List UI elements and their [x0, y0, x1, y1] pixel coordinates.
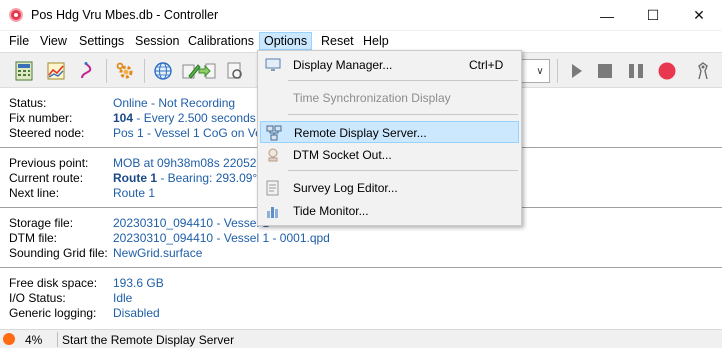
display-manager-label: Display Manager... — [293, 58, 393, 72]
route-bearing: - Bearing: 293.09° ( — [157, 171, 265, 185]
mascot-icon[interactable] — [690, 58, 716, 84]
fix-interval: - Every 2.500 seconds — [133, 111, 256, 125]
current-route-value: Route 1 - Bearing: 293.09° ( — [113, 171, 265, 185]
display-manager-shortcut: Ctrl+D — [469, 58, 504, 72]
status-label: Status: — [9, 96, 47, 110]
status-bar: 4% Start the Remote Display Server — [0, 329, 722, 348]
storage-label: Storage file: — [9, 216, 74, 230]
network-icon — [266, 125, 282, 141]
toolbar-separator — [106, 59, 107, 83]
pause-icon[interactable] — [623, 58, 649, 84]
status-percent: 4% — [25, 333, 43, 347]
toolbar-separator — [557, 59, 558, 83]
app-icon[interactable] — [9, 8, 23, 22]
menu-settings[interactable]: Settings — [75, 33, 128, 51]
menu-item-display-manager[interactable]: Display Manager... Ctrl+D — [260, 54, 519, 76]
dtm-socket-label: DTM Socket Out... — [293, 148, 392, 162]
menu-item-dtm-socket-out[interactable]: DTM Socket Out... — [260, 144, 519, 166]
log-icon — [265, 180, 281, 196]
next-line-label: Next line: — [9, 186, 60, 200]
menu-separator — [288, 80, 518, 81]
steered-label: Steered node: — [9, 126, 85, 140]
status-indicator-icon — [3, 333, 15, 345]
next-line-value: Route 1 — [113, 186, 156, 200]
window-title: Pos Hdg Vru Mbes.db - Controller — [31, 8, 219, 22]
menu-calibrations[interactable]: Calibrations — [184, 33, 258, 51]
fix-label: Fix number: — [9, 111, 73, 125]
status-divider — [57, 332, 58, 347]
current-route-label: Current route: — [9, 171, 84, 185]
dtm-value: 20230310_094410 - Vessel 1 - 0001.qpd — [113, 231, 330, 245]
document-icon[interactable] — [222, 58, 248, 84]
logging-label: Generic logging: — [9, 306, 97, 320]
menu-session[interactable]: Session — [131, 33, 183, 51]
close-button[interactable]: ✕ — [676, 0, 722, 31]
title-bar: Pos Hdg Vru Mbes.db - Controller — ☐ ✕ — [0, 0, 722, 31]
survey-log-label: Survey Log Editor... — [293, 181, 398, 195]
menu-options[interactable]: Options — [259, 32, 313, 50]
tide-monitor-label: Tide Monitor... — [293, 204, 369, 218]
menu-file[interactable]: File — [5, 33, 33, 51]
status-message: Start the Remote Display Server — [62, 333, 235, 347]
menu-reset[interactable]: Reset — [317, 33, 358, 51]
previous-point-value: MOB at 09h38m08s 220527 — [113, 156, 264, 170]
fix-value: 104 - Every 2.500 seconds — [113, 111, 256, 125]
menu-item-time-sync: Time Synchronization Display — [260, 87, 519, 109]
socket-icon — [265, 147, 281, 163]
route-icon[interactable] — [75, 58, 101, 84]
play-icon[interactable] — [563, 58, 589, 84]
steered-value: Pos 1 - Vessel 1 CoG on Ves — [113, 126, 268, 140]
calculator-icon[interactable] — [11, 58, 37, 84]
disk-value: 193.6 GB — [113, 276, 164, 290]
maximize-button[interactable]: ☐ — [630, 0, 676, 31]
import-icon[interactable] — [194, 58, 220, 84]
status-value: Online - Not Recording — [113, 96, 236, 110]
dtm-label: DTM file: — [9, 231, 57, 245]
settings-icon[interactable] — [112, 58, 138, 84]
fix-number: 104 — [113, 111, 134, 125]
monitor-icon — [265, 57, 281, 73]
time-sync-label: Time Synchronization Display — [293, 91, 451, 105]
logging-value: Disabled — [113, 306, 160, 320]
menu-item-remote-display-server[interactable]: Remote Display Server... — [260, 121, 519, 143]
chevron-down-icon[interactable]: ∨ — [531, 60, 549, 82]
remote-display-label: Remote Display Server... — [294, 126, 427, 140]
chart-icon[interactable] — [43, 58, 69, 84]
globe-icon[interactable] — [150, 58, 176, 84]
disk-label: Free disk space: — [9, 276, 98, 290]
toolbar-separator — [144, 59, 145, 83]
stop-icon[interactable] — [592, 58, 618, 84]
route-name: Route 1 — [113, 171, 158, 185]
tide-icon — [265, 203, 281, 219]
menu-separator — [288, 170, 518, 171]
storage-value: 20230310_094410 - Vessel 1 — [113, 216, 270, 230]
grid-label: Sounding Grid file: — [9, 246, 108, 260]
menu-view[interactable]: View — [36, 33, 71, 51]
previous-point-label: Previous point: — [9, 156, 89, 170]
options-menu: Display Manager... Ctrl+D Time Synchroni… — [257, 50, 522, 226]
record-icon[interactable] — [654, 58, 680, 84]
menu-item-tide-monitor[interactable]: Tide Monitor... — [260, 200, 519, 222]
io-label: I/O Status: — [9, 291, 66, 305]
divider — [0, 267, 722, 268]
menu-bar: File View Settings Session Calibrations … — [0, 31, 722, 51]
menu-help[interactable]: Help — [359, 33, 393, 51]
io-value: Idle — [113, 291, 133, 305]
minimize-button[interactable]: — — [584, 0, 630, 31]
menu-item-survey-log-editor[interactable]: Survey Log Editor... — [260, 177, 519, 199]
menu-separator — [288, 114, 518, 115]
grid-value: NewGrid.surface — [113, 246, 203, 260]
